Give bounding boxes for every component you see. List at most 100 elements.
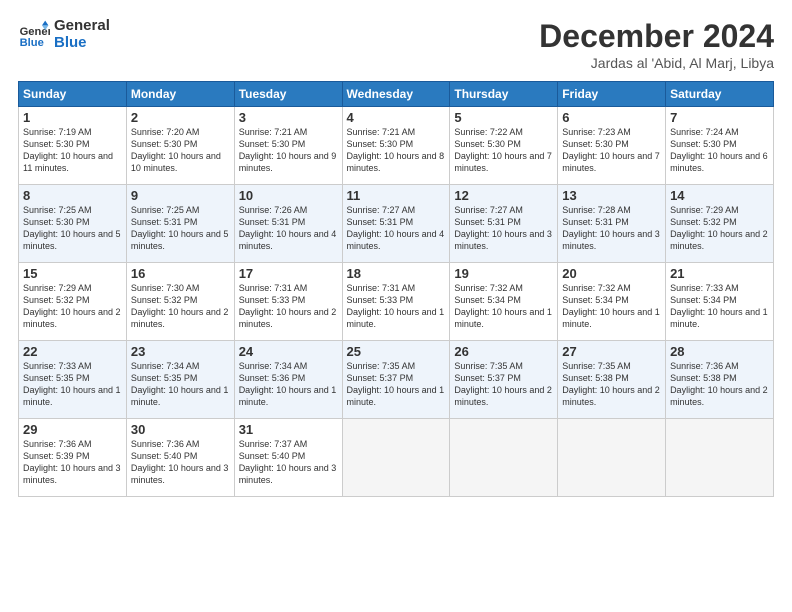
day-info: Sunrise: 7:31 AMSunset: 5:33 PMDaylight:… (347, 283, 445, 329)
col-header-wednesday: Wednesday (342, 82, 450, 107)
day-number: 3 (239, 110, 338, 125)
day-info: Sunrise: 7:27 AMSunset: 5:31 PMDaylight:… (454, 205, 552, 251)
col-header-sunday: Sunday (19, 82, 127, 107)
day-number: 31 (239, 422, 338, 437)
week-row-3: 15 Sunrise: 7:29 AMSunset: 5:32 PMDaylig… (19, 263, 774, 341)
day-number: 4 (347, 110, 446, 125)
day-info: Sunrise: 7:24 AMSunset: 5:30 PMDaylight:… (670, 127, 768, 173)
day-cell: 3 Sunrise: 7:21 AMSunset: 5:30 PMDayligh… (234, 107, 342, 185)
week-row-5: 29 Sunrise: 7:36 AMSunset: 5:39 PMDaylig… (19, 419, 774, 497)
day-cell: 13 Sunrise: 7:28 AMSunset: 5:31 PMDaylig… (558, 185, 666, 263)
day-number: 24 (239, 344, 338, 359)
day-number: 7 (670, 110, 769, 125)
day-number: 26 (454, 344, 553, 359)
header: General Blue General Blue December 2024 … (18, 18, 774, 71)
day-cell: 11 Sunrise: 7:27 AMSunset: 5:31 PMDaylig… (342, 185, 450, 263)
logo: General Blue General Blue (18, 18, 110, 51)
day-info: Sunrise: 7:20 AMSunset: 5:30 PMDaylight:… (131, 127, 221, 173)
day-cell: 28 Sunrise: 7:36 AMSunset: 5:38 PMDaylig… (666, 341, 774, 419)
day-cell (666, 419, 774, 497)
day-info: Sunrise: 7:22 AMSunset: 5:30 PMDaylight:… (454, 127, 552, 173)
logo-general: General (54, 18, 110, 35)
day-cell: 8 Sunrise: 7:25 AMSunset: 5:30 PMDayligh… (19, 185, 127, 263)
week-row-1: 1 Sunrise: 7:19 AMSunset: 5:30 PMDayligh… (19, 107, 774, 185)
day-number: 8 (23, 188, 122, 203)
day-number: 5 (454, 110, 553, 125)
day-number: 19 (454, 266, 553, 281)
day-info: Sunrise: 7:36 AMSunset: 5:38 PMDaylight:… (670, 361, 768, 407)
day-cell: 5 Sunrise: 7:22 AMSunset: 5:30 PMDayligh… (450, 107, 558, 185)
day-info: Sunrise: 7:29 AMSunset: 5:32 PMDaylight:… (23, 283, 121, 329)
day-info: Sunrise: 7:31 AMSunset: 5:33 PMDaylight:… (239, 283, 337, 329)
day-cell: 27 Sunrise: 7:35 AMSunset: 5:38 PMDaylig… (558, 341, 666, 419)
day-number: 13 (562, 188, 661, 203)
day-info: Sunrise: 7:33 AMSunset: 5:35 PMDaylight:… (23, 361, 121, 407)
day-cell: 16 Sunrise: 7:30 AMSunset: 5:32 PMDaylig… (126, 263, 234, 341)
title-area: December 2024 Jardas al 'Abid, Al Marj, … (539, 18, 774, 71)
day-info: Sunrise: 7:35 AMSunset: 5:37 PMDaylight:… (347, 361, 445, 407)
day-cell: 7 Sunrise: 7:24 AMSunset: 5:30 PMDayligh… (666, 107, 774, 185)
day-number: 22 (23, 344, 122, 359)
day-info: Sunrise: 7:21 AMSunset: 5:30 PMDaylight:… (239, 127, 337, 173)
col-header-friday: Friday (558, 82, 666, 107)
day-number: 17 (239, 266, 338, 281)
day-cell: 23 Sunrise: 7:34 AMSunset: 5:35 PMDaylig… (126, 341, 234, 419)
day-number: 27 (562, 344, 661, 359)
page: General Blue General Blue December 2024 … (0, 0, 792, 507)
col-header-thursday: Thursday (450, 82, 558, 107)
day-info: Sunrise: 7:33 AMSunset: 5:34 PMDaylight:… (670, 283, 768, 329)
day-cell (450, 419, 558, 497)
col-header-tuesday: Tuesday (234, 82, 342, 107)
day-number: 9 (131, 188, 230, 203)
day-info: Sunrise: 7:35 AMSunset: 5:37 PMDaylight:… (454, 361, 552, 407)
day-cell: 20 Sunrise: 7:32 AMSunset: 5:34 PMDaylig… (558, 263, 666, 341)
day-number: 12 (454, 188, 553, 203)
day-number: 18 (347, 266, 446, 281)
day-cell: 18 Sunrise: 7:31 AMSunset: 5:33 PMDaylig… (342, 263, 450, 341)
day-number: 23 (131, 344, 230, 359)
day-number: 14 (670, 188, 769, 203)
day-cell: 12 Sunrise: 7:27 AMSunset: 5:31 PMDaylig… (450, 185, 558, 263)
col-header-saturday: Saturday (666, 82, 774, 107)
day-info: Sunrise: 7:37 AMSunset: 5:40 PMDaylight:… (239, 439, 337, 485)
day-cell: 17 Sunrise: 7:31 AMSunset: 5:33 PMDaylig… (234, 263, 342, 341)
day-cell: 24 Sunrise: 7:34 AMSunset: 5:36 PMDaylig… (234, 341, 342, 419)
day-cell: 21 Sunrise: 7:33 AMSunset: 5:34 PMDaylig… (666, 263, 774, 341)
day-cell: 6 Sunrise: 7:23 AMSunset: 5:30 PMDayligh… (558, 107, 666, 185)
day-number: 11 (347, 188, 446, 203)
day-cell: 26 Sunrise: 7:35 AMSunset: 5:37 PMDaylig… (450, 341, 558, 419)
day-number: 1 (23, 110, 122, 125)
day-info: Sunrise: 7:34 AMSunset: 5:35 PMDaylight:… (131, 361, 229, 407)
day-cell: 4 Sunrise: 7:21 AMSunset: 5:30 PMDayligh… (342, 107, 450, 185)
day-number: 10 (239, 188, 338, 203)
day-info: Sunrise: 7:19 AMSunset: 5:30 PMDaylight:… (23, 127, 113, 173)
day-number: 29 (23, 422, 122, 437)
day-info: Sunrise: 7:28 AMSunset: 5:31 PMDaylight:… (562, 205, 660, 251)
day-number: 20 (562, 266, 661, 281)
week-row-2: 8 Sunrise: 7:25 AMSunset: 5:30 PMDayligh… (19, 185, 774, 263)
day-cell: 30 Sunrise: 7:36 AMSunset: 5:40 PMDaylig… (126, 419, 234, 497)
day-cell: 25 Sunrise: 7:35 AMSunset: 5:37 PMDaylig… (342, 341, 450, 419)
svg-text:Blue: Blue (20, 37, 44, 49)
day-info: Sunrise: 7:32 AMSunset: 5:34 PMDaylight:… (454, 283, 552, 329)
day-info: Sunrise: 7:26 AMSunset: 5:31 PMDaylight:… (239, 205, 337, 251)
day-cell (342, 419, 450, 497)
day-number: 2 (131, 110, 230, 125)
col-header-monday: Monday (126, 82, 234, 107)
day-info: Sunrise: 7:27 AMSunset: 5:31 PMDaylight:… (347, 205, 445, 251)
week-row-4: 22 Sunrise: 7:33 AMSunset: 5:35 PMDaylig… (19, 341, 774, 419)
day-number: 30 (131, 422, 230, 437)
day-info: Sunrise: 7:23 AMSunset: 5:30 PMDaylight:… (562, 127, 660, 173)
day-cell: 15 Sunrise: 7:29 AMSunset: 5:32 PMDaylig… (19, 263, 127, 341)
day-info: Sunrise: 7:25 AMSunset: 5:30 PMDaylight:… (23, 205, 121, 251)
day-number: 28 (670, 344, 769, 359)
logo-blue: Blue (54, 35, 110, 52)
header-row: SundayMondayTuesdayWednesdayThursdayFrid… (19, 82, 774, 107)
day-cell: 2 Sunrise: 7:20 AMSunset: 5:30 PMDayligh… (126, 107, 234, 185)
location: Jardas al 'Abid, Al Marj, Libya (539, 55, 774, 71)
day-number: 15 (23, 266, 122, 281)
logo-icon: General Blue (18, 19, 50, 51)
day-info: Sunrise: 7:36 AMSunset: 5:39 PMDaylight:… (23, 439, 121, 485)
day-info: Sunrise: 7:36 AMSunset: 5:40 PMDaylight:… (131, 439, 229, 485)
day-info: Sunrise: 7:25 AMSunset: 5:31 PMDaylight:… (131, 205, 229, 251)
